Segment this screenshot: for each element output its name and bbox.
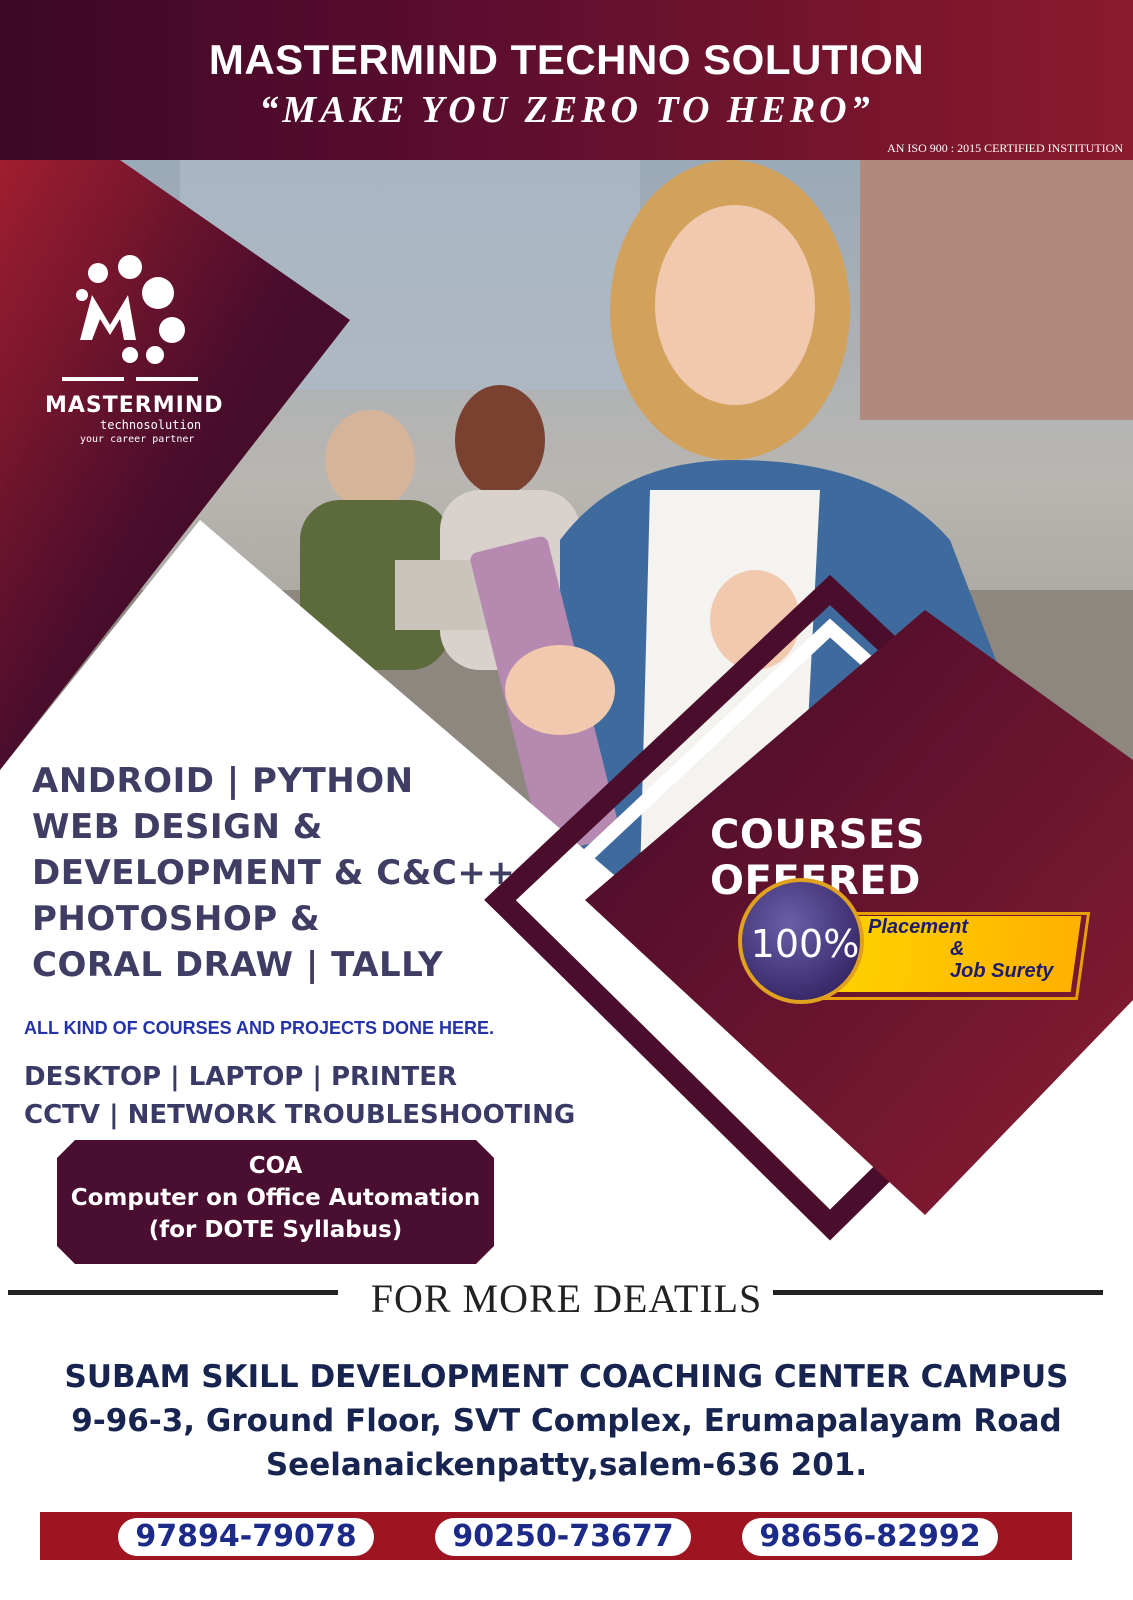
- projects-note: ALL KIND OF COURSES AND PROJECTS DONE HE…: [24, 1018, 495, 1038]
- course-line: PHOTOSHOP &: [32, 899, 321, 939]
- iso-certification: AN ISO 900 : 2015 CERTIFIED INSTITUTION: [887, 141, 1123, 155]
- course-line: ANDROID | PYTHON: [32, 761, 414, 801]
- service-line: CCTV | NETWORK TROUBLESHOOTING: [24, 1100, 576, 1130]
- tagline: “MAKE YOU ZERO TO HERO”: [259, 89, 874, 131]
- more-details-label: FOR MORE DEATILS: [360, 1275, 773, 1322]
- phone-bar: 97894-79078 90250-73677 98656-82992: [40, 1512, 1072, 1560]
- coa-syllabus: (for DOTE Syllabus): [148, 1217, 403, 1243]
- course-list: ANDROID | PYTHON WEB DESIGN & DEVELOPMEN…: [32, 758, 552, 988]
- coa-title: COA: [248, 1153, 303, 1179]
- badge-text-ampersand: &: [950, 938, 965, 960]
- logo-subtitle: technosolution: [100, 418, 202, 432]
- badge-text-job-surety: Job Surety: [950, 960, 1054, 982]
- address-block: SUBAM SKILL DEVELOPMENT COACHING CENTER …: [0, 1355, 1133, 1487]
- course-line: CORAL DRAW | TALLY: [32, 945, 444, 985]
- coa-description: Computer on Office Automation: [70, 1185, 481, 1211]
- header-banner: MASTERMIND TECHNO SOLUTION “MAKE YOU ZER…: [0, 0, 1133, 160]
- flyer-page: MASTERMIND TECHNO SOLUTION “MAKE YOU ZER…: [0, 0, 1133, 1600]
- phone-number[interactable]: 98656-82992: [742, 1518, 998, 1556]
- logo-wordmark: MASTERMIND: [45, 393, 224, 418]
- badge-text-placement: Placement: [868, 916, 969, 938]
- more-details-heading: FOR MORE DEATILS: [0, 1275, 1133, 1322]
- course-line: DEVELOPMENT & C&C++: [32, 853, 516, 893]
- badge-circle: 100%: [738, 878, 864, 1004]
- address-line: Seelanaickenpatty,salem-636 201.: [265, 1447, 868, 1483]
- logo-slogan: your career partner: [80, 434, 195, 445]
- address-line: 9-96-3, Ground Floor, SVT Complex, Eruma…: [71, 1403, 1062, 1439]
- coa-box: COA Computer on Office Automation (for D…: [57, 1140, 494, 1264]
- placement-badge: 100% Placement & Job Surety: [738, 878, 1091, 1008]
- hardware-services: DESKTOP | LAPTOP | PRINTER CCTV | NETWOR…: [24, 1058, 575, 1134]
- phone-number[interactable]: 90250-73677: [435, 1518, 691, 1556]
- service-line: DESKTOP | LAPTOP | PRINTER: [24, 1062, 457, 1092]
- address-line: SUBAM SKILL DEVELOPMENT COACHING CENTER …: [64, 1359, 1069, 1395]
- phone-number[interactable]: 97894-79078: [118, 1518, 374, 1556]
- badge-percent: 100%: [750, 922, 860, 966]
- course-line: WEB DESIGN &: [32, 807, 323, 847]
- institute-name: MASTERMIND TECHNO SOLUTION: [208, 36, 925, 83]
